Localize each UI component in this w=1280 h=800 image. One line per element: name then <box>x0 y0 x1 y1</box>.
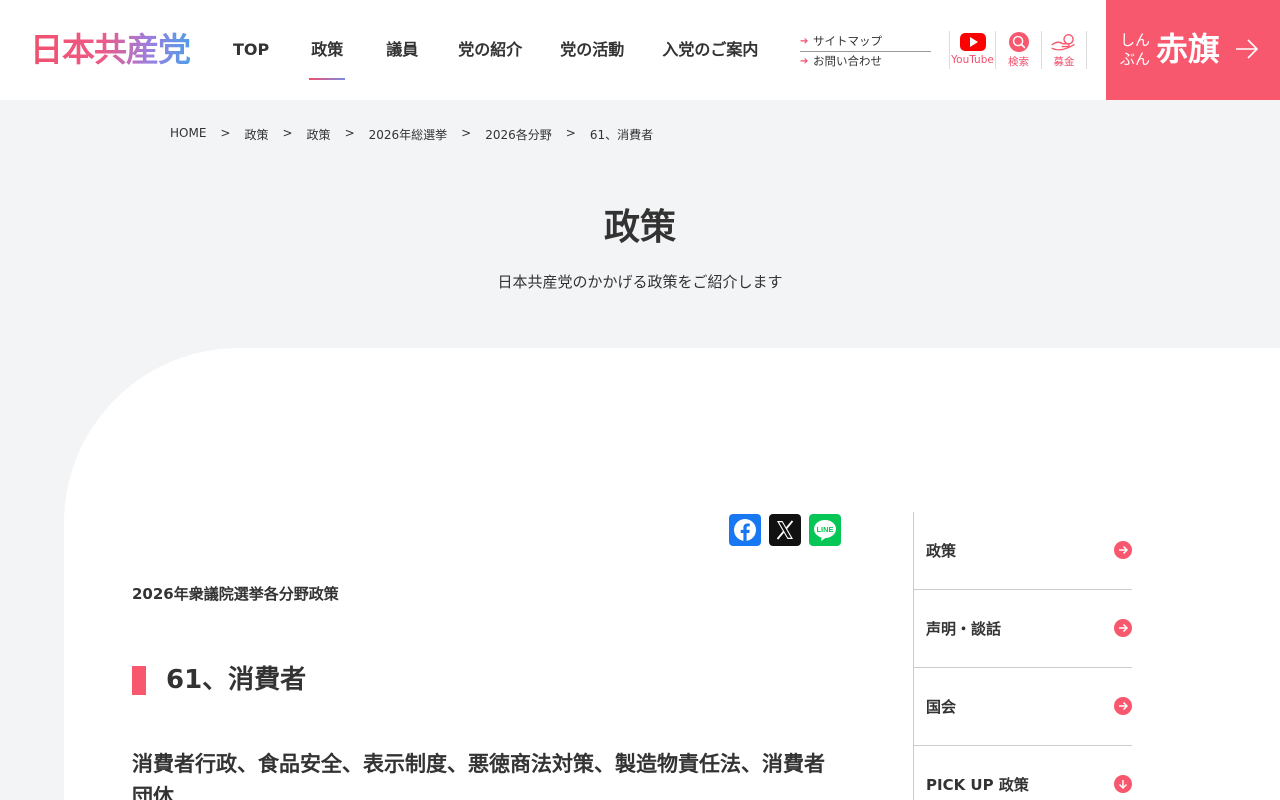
utility-links: ➔ サイトマップ ➔ お問い合わせ <box>800 33 931 70</box>
share-buttons: LINE <box>729 514 849 546</box>
nav-policy[interactable]: 政策 <box>309 0 346 100</box>
youtube-icon <box>959 33 986 51</box>
donation-label: 募金 <box>1053 56 1075 68</box>
akahata-title: 赤旗 <box>1156 30 1221 68</box>
side-nav-label: 政策 <box>926 542 957 560</box>
breadcrumb-separator: > <box>344 126 355 140</box>
side-nav-pickup[interactable]: PICK UP 政策 <box>914 746 1132 800</box>
breadcrumb-item[interactable]: 2026年総選挙 <box>369 126 448 143</box>
donation-link[interactable]: 募金 <box>1041 31 1087 69</box>
arrow-right-icon <box>1114 541 1132 559</box>
arrow-right-icon <box>1114 619 1132 637</box>
article-title: 61、消費者 <box>132 664 306 696</box>
article-subtitle: 消費者行政、食品安全、表示制度、悪徳商法対策、製造物責任法、消費者団体 <box>132 752 825 800</box>
breadcrumb: HOME > 政策 > 政策 > 2026年総選挙 > 2026各分野 > 61… <box>170 126 653 143</box>
breadcrumb-current: 61、消費者 <box>589 128 654 142</box>
breadcrumb-separator: > <box>565 126 576 140</box>
arrow-right-icon: ➔ <box>800 56 809 67</box>
breadcrumb-home[interactable]: HOME <box>170 126 206 143</box>
akahata-small-text: しん ぶん <box>1120 31 1151 68</box>
search-label: 検索 <box>1008 56 1029 68</box>
arrow-right-icon <box>1236 39 1259 59</box>
breadcrumb-item[interactable]: 政策 <box>244 126 268 143</box>
donation-hand-icon <box>1051 34 1075 51</box>
arrow-right-icon <box>1114 697 1132 715</box>
nav-top[interactable]: TOP <box>233 0 269 100</box>
arrow-right-icon: ➔ <box>800 36 809 47</box>
breadcrumb-separator: > <box>461 126 472 140</box>
x-share-button[interactable] <box>769 514 801 546</box>
side-nav-statements[interactable]: 声明・談話 <box>914 590 1132 668</box>
search-icon <box>1008 32 1029 52</box>
sitemap-link[interactable]: ➔ サイトマップ <box>800 33 931 52</box>
page-title: 政策 <box>603 207 676 248</box>
nav-about[interactable]: 党の紹介 <box>458 0 522 100</box>
nav-join[interactable]: 入党のご案内 <box>662 0 758 100</box>
side-nav-label: 声明・談話 <box>926 620 1002 638</box>
nav-members[interactable]: 議員 <box>386 0 418 100</box>
akahata-banner-link[interactable]: しん ぶん 赤旗 <box>1106 0 1280 100</box>
svg-text:LINE: LINE <box>816 525 833 534</box>
breadcrumb-separator: > <box>220 126 231 140</box>
breadcrumb-item[interactable]: 2026各分野 <box>485 126 552 143</box>
side-nav-diet[interactable]: 国会 <box>914 668 1132 746</box>
site-header: 日本共産党 TOP 政策 議員 党の紹介 党の活動 入党のご案内 ➔ サイトマップ… <box>0 0 1280 100</box>
youtube-label: YouTube <box>951 54 994 66</box>
page-lead: 日本共産党のかかげる政策をご紹介します <box>497 273 783 291</box>
header-icon-links: YouTube 検索 募金 <box>949 31 1087 69</box>
side-nav-label: PICK UP 政策 <box>926 776 1029 794</box>
site-logo[interactable]: 日本共産党 <box>30 30 191 70</box>
contact-link[interactable]: ➔ お問い合わせ <box>800 53 931 70</box>
side-nav-label: 国会 <box>926 698 957 716</box>
side-nav-policy[interactable]: 政策 <box>914 512 1132 590</box>
article-category: 2026年衆議院選挙各分野政策 <box>132 585 339 603</box>
breadcrumb-item[interactable]: 政策 <box>307 126 331 143</box>
arrow-down-icon <box>1114 775 1132 793</box>
nav-activities[interactable]: 党の活動 <box>560 0 624 100</box>
line-share-button[interactable]: LINE <box>809 514 841 546</box>
side-nav: 政策 声明・談話 国会 PICK UP 政策 <box>913 512 1132 800</box>
global-nav: TOP 政策 議員 党の紹介 党の活動 入党のご案内 <box>233 0 758 100</box>
youtube-link[interactable]: YouTube <box>949 31 995 69</box>
search-button[interactable]: 検索 <box>995 31 1041 69</box>
facebook-share-button[interactable] <box>729 514 761 546</box>
breadcrumb-separator: > <box>282 126 293 140</box>
